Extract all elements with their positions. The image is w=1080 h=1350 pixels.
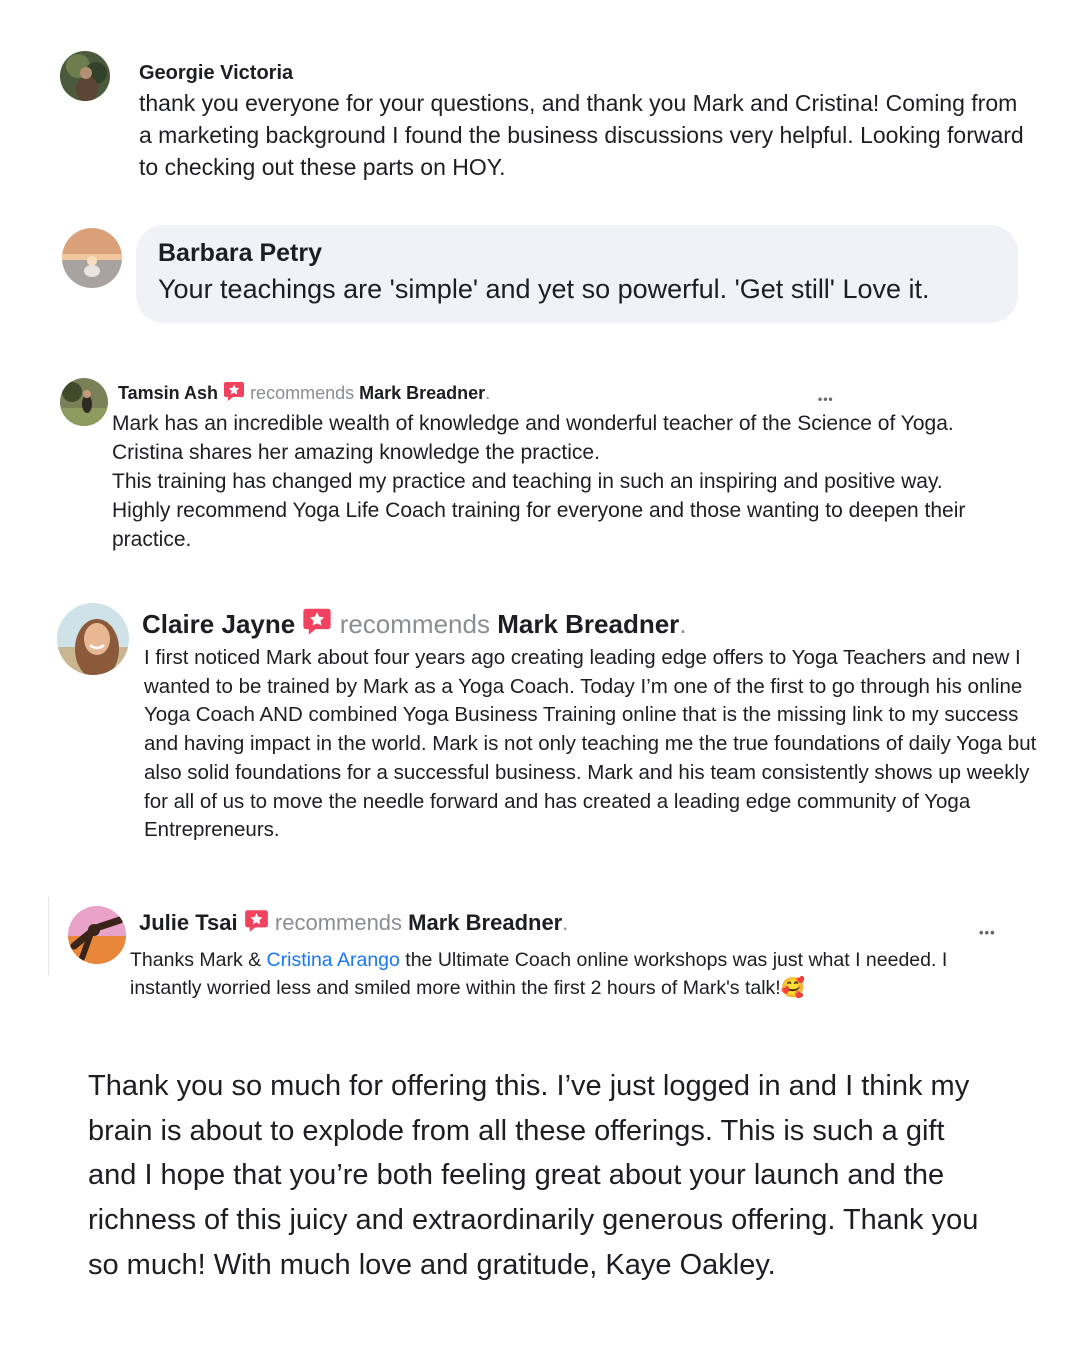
recommends-label: recommends bbox=[250, 383, 355, 403]
text-line: This training has changed my practice an… bbox=[112, 470, 943, 493]
smiling-face-with-hearts-icon: 🥰 bbox=[780, 977, 805, 999]
recommend-badge-icon bbox=[302, 606, 332, 643]
avatar-barbara[interactable] bbox=[62, 228, 122, 288]
recommended-page[interactable]: Mark Breadner bbox=[359, 383, 485, 403]
recommendation-text: Thanks Mark & Cristina Arango the Ultima… bbox=[130, 946, 1020, 1002]
text-line: Mark has an incredible wealth of knowled… bbox=[112, 412, 954, 435]
recommends-label: recommends bbox=[339, 609, 490, 639]
header-period: . bbox=[485, 383, 491, 403]
author-name[interactable]: Tamsin Ash bbox=[118, 383, 218, 403]
recommended-page[interactable]: Mark Breadner bbox=[408, 910, 562, 935]
recommendation-text: Mark has an incredible wealth of knowled… bbox=[112, 409, 1042, 554]
text-line: Highly recommend Yoga Life Coach trainin… bbox=[112, 499, 966, 551]
recommends-label: recommends bbox=[274, 910, 403, 935]
recommend-badge-icon bbox=[244, 908, 269, 939]
text-before-mention: Thanks Mark & bbox=[130, 949, 267, 971]
recommendation-header: Julie Tsai recommends Mark Breadner. bbox=[139, 908, 568, 939]
recommendation-header: Tamsin Ash recommends Mark Breadner. bbox=[118, 380, 490, 407]
avatar-tamsin[interactable] bbox=[60, 378, 108, 426]
author-name[interactable]: Claire Jayne bbox=[142, 609, 295, 639]
crop-edge-divider bbox=[48, 897, 49, 975]
avatar-georgie[interactable] bbox=[60, 51, 110, 101]
header-period: . bbox=[679, 609, 687, 639]
mention-link[interactable]: Cristina Arango bbox=[267, 949, 400, 971]
header-period: . bbox=[562, 910, 569, 935]
recommendation-text: I first noticed Mark about four years ag… bbox=[144, 646, 1037, 842]
comment-bubble: Barbara Petry Your teachings are 'simple… bbox=[136, 225, 1018, 323]
recommend-badge-icon bbox=[223, 380, 245, 407]
text-line: Cristina shares her amazing knowledge th… bbox=[112, 441, 600, 464]
testimonial-text: Thank you so much for offering this. I’v… bbox=[88, 1070, 979, 1281]
avatar-claire[interactable] bbox=[57, 603, 129, 675]
more-options-icon[interactable]: ••• bbox=[818, 392, 834, 406]
author-name[interactable]: Julie Tsai bbox=[139, 910, 238, 935]
avatar-julie[interactable] bbox=[68, 906, 126, 964]
comment-text: Your teachings are 'simple' and yet so p… bbox=[158, 274, 930, 304]
author-name[interactable]: Barbara Petry bbox=[158, 239, 322, 268]
more-options-icon[interactable]: ••• bbox=[979, 925, 996, 940]
comment-text: thank you everyone for your questions, a… bbox=[139, 90, 1024, 180]
recommendation-header: Claire Jayne recommends Mark Breadner. bbox=[142, 606, 687, 643]
recommended-page[interactable]: Mark Breadner bbox=[497, 609, 679, 639]
author-name[interactable]: Georgie Victoria bbox=[139, 62, 293, 85]
